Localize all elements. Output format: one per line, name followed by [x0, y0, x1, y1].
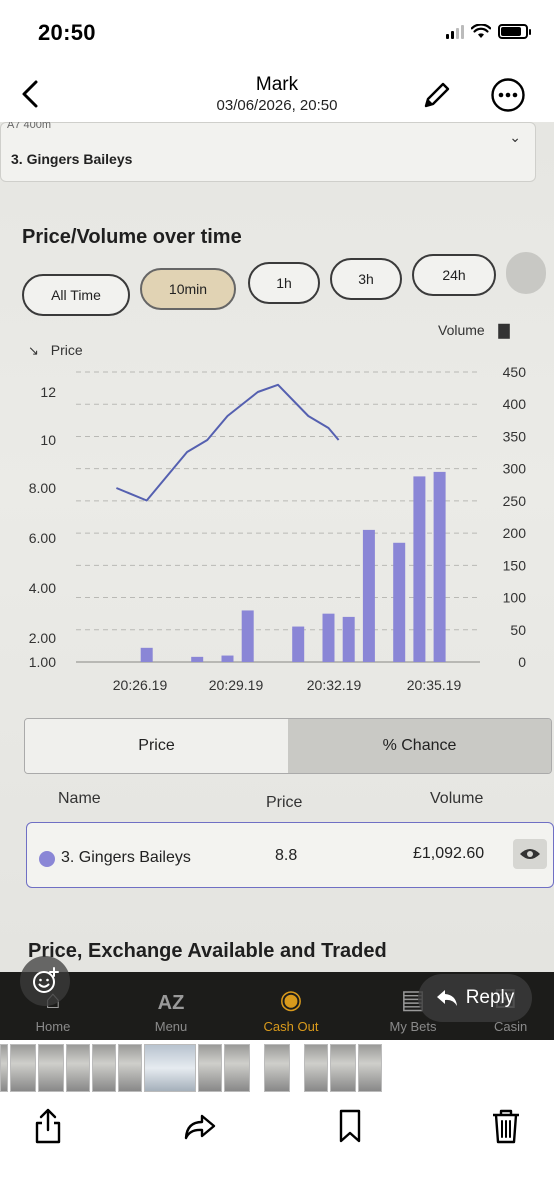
- trash-icon[interactable]: [488, 1106, 524, 1146]
- filmstrip-thumb[interactable]: [66, 1044, 90, 1092]
- volume-bar: [362, 529, 375, 662]
- app-tab-menu[interactable]: AZ Menu: [126, 972, 216, 1040]
- volume-bar: [322, 613, 335, 662]
- volume-tick-label: 50: [510, 622, 526, 638]
- filmstrip-thumb[interactable]: [38, 1044, 64, 1092]
- filmstrip-thumb[interactable]: [118, 1044, 142, 1092]
- share-icon[interactable]: [30, 1106, 66, 1146]
- photo-toolbar: [0, 1092, 554, 1200]
- volume-bar: [191, 656, 204, 662]
- status-icons: [446, 24, 531, 39]
- forward-icon[interactable]: [182, 1106, 218, 1146]
- status-bar: 20:50: [0, 0, 554, 64]
- photo-viewer-header: Mark 03/06/2026, 20:50: [0, 64, 554, 122]
- filmstrip-thumb[interactable]: [224, 1044, 250, 1092]
- az-icon: AZ: [157, 992, 185, 1014]
- volume-bar: [413, 476, 426, 662]
- bookmark-icon[interactable]: [332, 1106, 368, 1146]
- filmstrip-thumb[interactable]: [0, 1044, 8, 1092]
- volume-tick-label: 250: [503, 493, 527, 509]
- toggle-chance[interactable]: % Chance: [288, 719, 551, 773]
- time-tick-label: 20:29.19: [209, 677, 264, 693]
- volume-bar: [140, 647, 153, 662]
- volume-tick-label: 350: [503, 428, 527, 444]
- volume-tick-label: 300: [503, 461, 527, 477]
- volume-tick-label: 100: [503, 590, 527, 606]
- price-line: [116, 383, 340, 502]
- volume-bar: [292, 626, 305, 662]
- time-tick-label: 20:35.19: [407, 677, 462, 693]
- app-tab-menu-label: Menu: [154, 1019, 188, 1034]
- volume-bar: [393, 542, 406, 662]
- exchange-section-title: Price, Exchange Available and Traded: [28, 940, 387, 962]
- price-tick-label: 6.00: [29, 530, 56, 546]
- time-tick-label: 20:26.19: [113, 677, 168, 693]
- volume-tick-label: 450: [503, 364, 527, 380]
- wifi-icon: [471, 24, 491, 38]
- reply-arrow-icon: [436, 990, 457, 1006]
- eye-icon[interactable]: [513, 839, 547, 869]
- row-price: 8.8: [275, 847, 298, 864]
- filmstrip-thumb[interactable]: [330, 1044, 356, 1092]
- time-tick-label: 20:32.19: [307, 677, 362, 693]
- betting-app-screenshot: A7 400m 3. Gingers Baileys ⌄ Price/Volum…: [0, 122, 554, 1040]
- price-tick-label: 8.00: [29, 480, 56, 496]
- cashout-icon: ◉: [279, 984, 303, 1014]
- price-chance-toggle: Price % Chance: [24, 718, 552, 774]
- status-time: 20:50: [38, 20, 96, 45]
- filmstrip-thumb[interactable]: [358, 1044, 382, 1092]
- photo-timestamp: 03/06/2026, 20:50: [216, 97, 338, 114]
- volume-tick-label: 200: [503, 525, 527, 541]
- volume-tick-label: 400: [503, 396, 527, 412]
- app-tab-home-label: Home: [35, 1019, 71, 1034]
- app-tab-cash-out-label: Cash Out: [263, 1019, 319, 1034]
- volume-bar: [342, 616, 355, 662]
- edit-pencil-icon[interactable]: [420, 78, 454, 112]
- runner-color-dot: [39, 851, 55, 867]
- volume-bar: [221, 655, 234, 662]
- reply-button[interactable]: Reply: [418, 974, 532, 1022]
- filmstrip-thumb-selected[interactable]: [144, 1044, 196, 1092]
- volume-bar: [433, 471, 446, 662]
- photo-filmstrip: [0, 1042, 554, 1092]
- price-tick-label: 2.00: [29, 630, 56, 646]
- col-header-name: Name: [58, 790, 101, 807]
- reply-label: Reply: [465, 987, 515, 1008]
- sticker-smiley-icon: [33, 967, 59, 993]
- app-tab-my-bets-label: My Bets: [389, 1019, 437, 1034]
- filmstrip-thumb[interactable]: [10, 1044, 36, 1092]
- filmstrip-thumb[interactable]: [304, 1044, 328, 1092]
- volume-bar: [241, 610, 254, 662]
- filmstrip-thumb[interactable]: [198, 1044, 222, 1092]
- sender-name: Mark: [255, 74, 299, 95]
- battery-icon: [498, 24, 531, 39]
- toggle-price[interactable]: Price: [25, 719, 288, 773]
- row-volume: £1,092.60: [413, 845, 485, 862]
- more-options-icon[interactable]: [490, 77, 526, 113]
- price-tick-label: 4.00: [29, 580, 56, 596]
- price-tick-label: 12: [40, 384, 56, 400]
- app-tab-cash-out[interactable]: ◉ Cash Out: [246, 972, 336, 1040]
- price-volume-chart: 12 10 8.00 6.00 4.00 2.00 1.00 450 400 350 300 250 2…: [29, 364, 527, 693]
- col-header-price: Price: [266, 794, 303, 811]
- filmstrip-thumb[interactable]: [264, 1044, 290, 1092]
- table-row[interactable]: 3. Gingers Baileys 8.8 £1,092.60: [26, 822, 554, 888]
- signal-icon: [446, 24, 464, 39]
- col-header-volume: Volume: [430, 790, 484, 807]
- row-runner-name: 3. Gingers Baileys: [61, 849, 191, 866]
- filmstrip-thumb[interactable]: [92, 1044, 116, 1092]
- volume-tick-label: 150: [503, 557, 527, 573]
- price-tick-label: 10: [40, 432, 56, 448]
- volume-tick-label: 0: [518, 654, 526, 670]
- message-photo[interactable]: A7 400m 3. Gingers Baileys ⌄ Price/Volum…: [0, 122, 554, 1040]
- add-sticker-button[interactable]: [20, 956, 70, 1006]
- price-tick-label: 1.00: [29, 654, 56, 670]
